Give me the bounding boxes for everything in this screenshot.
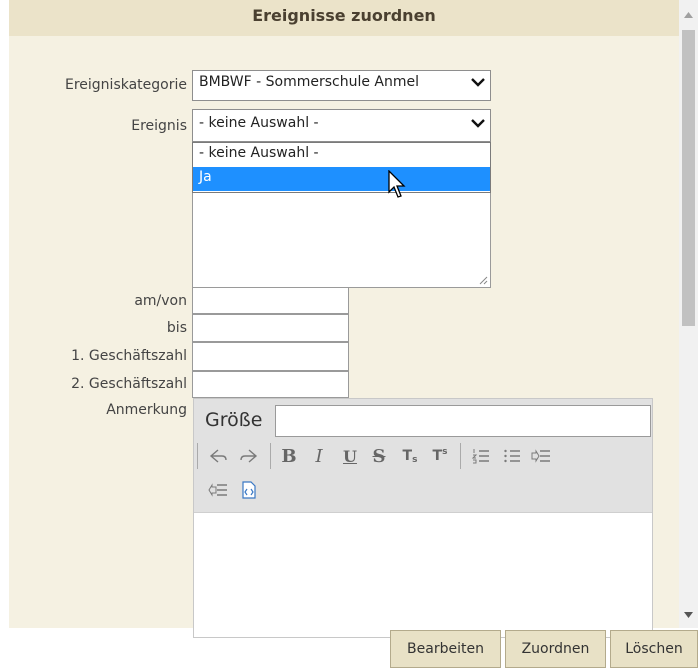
category-select[interactable]: BMBWF - Sommerschule Anmel bbox=[192, 70, 491, 101]
redo-icon[interactable] bbox=[236, 443, 262, 469]
scroll-down-arrow-icon[interactable] bbox=[684, 612, 693, 618]
undo-icon[interactable] bbox=[205, 443, 231, 469]
note-label: Anmerkung bbox=[106, 402, 187, 418]
edit-button[interactable]: Bearbeiten bbox=[390, 630, 501, 668]
editor-toolbar: Größe B I U S Ts Ts bbox=[194, 399, 652, 513]
strikethrough-icon[interactable]: S bbox=[368, 443, 390, 469]
subscript-icon[interactable]: Ts bbox=[399, 443, 421, 469]
bold-icon[interactable]: B bbox=[278, 443, 300, 469]
date-to-label: bis bbox=[166, 320, 187, 336]
font-size-input[interactable] bbox=[275, 405, 651, 437]
assign-button[interactable]: Zuordnen bbox=[505, 630, 606, 668]
event-option-ja[interactable]: Ja bbox=[193, 167, 490, 191]
mouse-cursor-icon bbox=[388, 170, 406, 198]
ref1-input[interactable] bbox=[192, 342, 349, 371]
dialog-title: Ereignisse zuordnen bbox=[252, 6, 436, 25]
font-size-label: Größe bbox=[205, 409, 263, 431]
chevron-down-icon bbox=[471, 77, 485, 87]
date-from-input[interactable] bbox=[192, 287, 349, 314]
scrollbar-thumb[interactable] bbox=[682, 30, 695, 326]
event-label: Ereignis bbox=[131, 118, 187, 134]
event-option-none[interactable]: - keine Auswahl - bbox=[193, 143, 490, 167]
ref2-input[interactable] bbox=[192, 371, 349, 398]
scroll-up-arrow-icon[interactable] bbox=[684, 12, 693, 18]
date-to-input[interactable] bbox=[192, 314, 349, 342]
event-select[interactable]: - keine Auswahl - bbox=[192, 109, 491, 142]
toolbar-separator bbox=[270, 443, 271, 469]
category-select-value: BMBWF - Sommerschule Anmel bbox=[199, 74, 420, 90]
toolbar-separator bbox=[197, 443, 198, 469]
chevron-down-icon bbox=[471, 119, 485, 128]
date-from-label: am/von bbox=[134, 293, 187, 309]
category-label: Ereigniskategorie bbox=[65, 77, 187, 93]
ordered-list-icon[interactable] bbox=[468, 443, 494, 469]
event-select-value: - keine Auswahl - bbox=[199, 115, 319, 131]
event-dropdown-list: - keine Auswahl - Ja bbox=[192, 142, 491, 193]
italic-icon[interactable]: I bbox=[308, 443, 330, 469]
underline-icon[interactable]: U bbox=[339, 443, 361, 469]
resize-handle-icon[interactable] bbox=[478, 275, 488, 285]
dialog-title-bar: Ereignisse zuordnen bbox=[9, 0, 679, 36]
indent-icon[interactable] bbox=[528, 443, 554, 469]
toolbar-separator bbox=[460, 443, 461, 469]
delete-button[interactable]: Löschen bbox=[610, 630, 698, 668]
ref1-label: 1. Geschäftszahl bbox=[71, 348, 187, 364]
note-editor[interactable]: Größe B I U S Ts Ts bbox=[193, 398, 653, 638]
superscript-icon[interactable]: Ts bbox=[429, 443, 451, 469]
source-icon[interactable] bbox=[236, 477, 262, 503]
outdent-icon[interactable] bbox=[205, 477, 231, 503]
unordered-list-icon[interactable] bbox=[499, 443, 525, 469]
ref2-label: 2. Geschäftszahl bbox=[71, 376, 187, 392]
